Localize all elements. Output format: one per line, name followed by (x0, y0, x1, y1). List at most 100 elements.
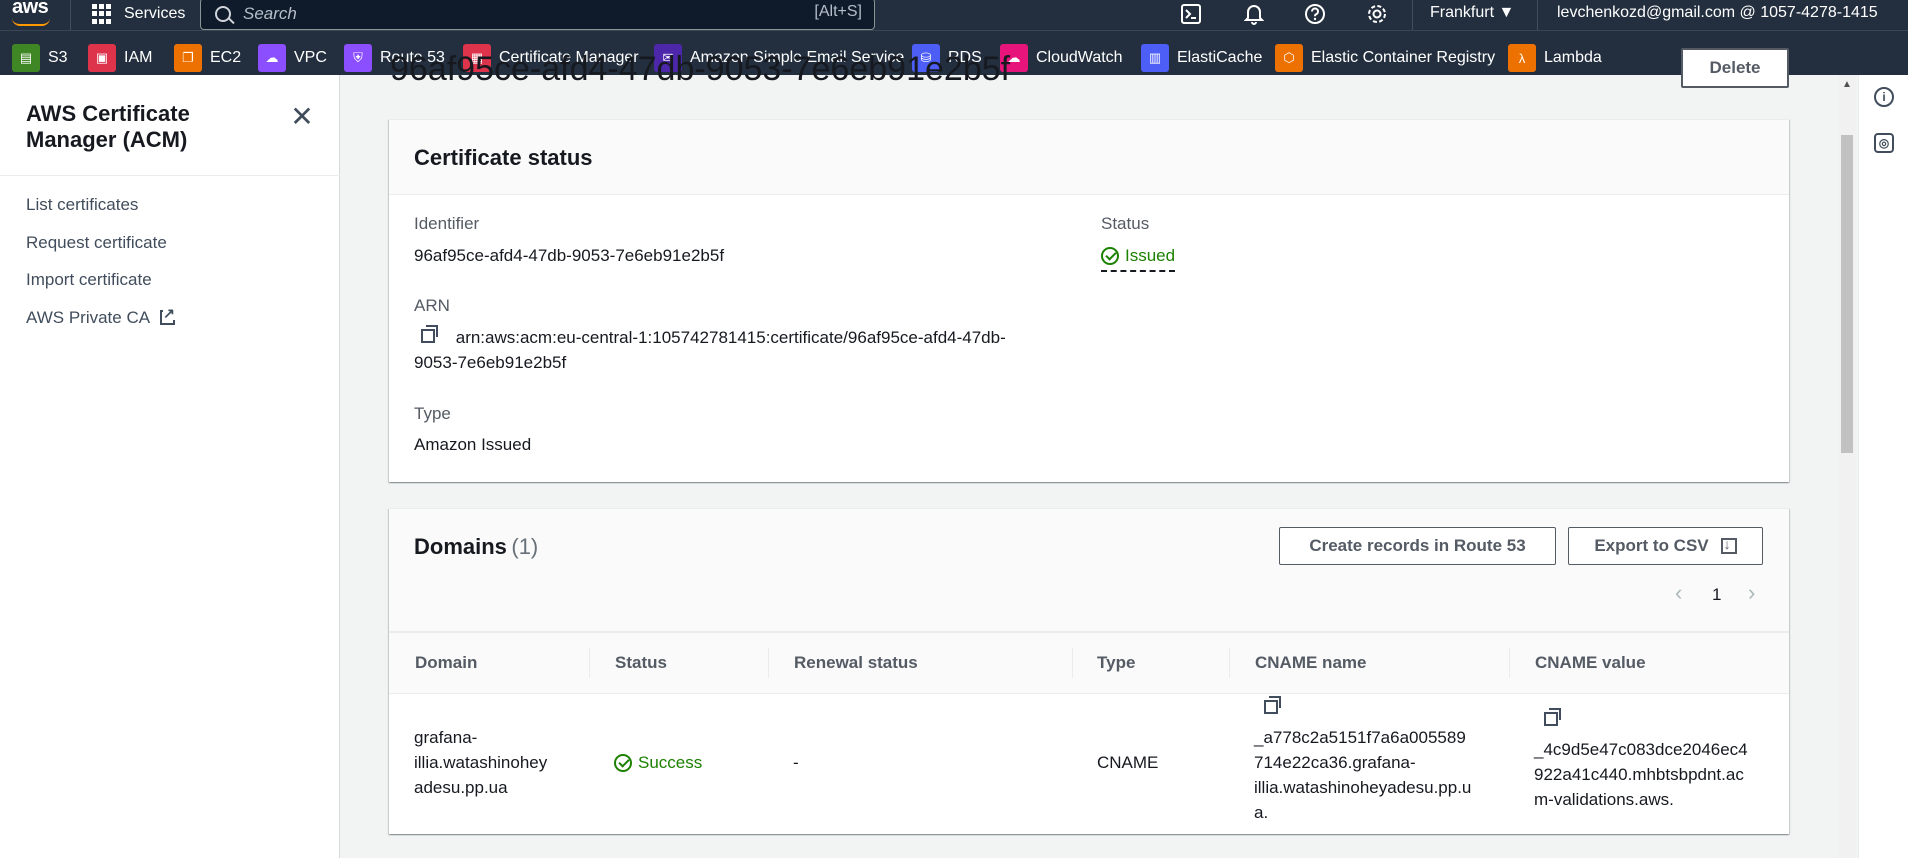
feedback-icon[interactable]: ◎ (1874, 133, 1894, 153)
certificate-status-panel: Certificate status Identifier 96af95ce-a… (389, 119, 1789, 482)
column-divider (1229, 648, 1230, 678)
favorite-label: VPC (294, 49, 327, 66)
column-header-type[interactable]: Type (1097, 653, 1135, 673)
favorite-label: S3 (48, 49, 68, 66)
grid-icon (92, 4, 112, 24)
export-csv-button[interactable]: Export to CSV (1568, 527, 1763, 565)
side-navigation: AWS Certificate Manager (ACM) ✕ List cer… (0, 75, 340, 858)
favorite-ec2[interactable]: ❐ EC2 (174, 43, 241, 73)
nav-import-certificate[interactable]: Import certificate (26, 270, 152, 290)
favorite-cloudwatch[interactable]: ☁ CloudWatch (1000, 43, 1123, 73)
scrollbar[interactable]: ▲ (1838, 75, 1856, 858)
divider (0, 175, 340, 176)
column-divider (589, 648, 590, 678)
bell-icon[interactable] (1242, 2, 1266, 26)
top-navigation: aws Services [Alt+S] Frankfurt ▼ levchen… (0, 0, 1908, 30)
domains-count: (1) (511, 534, 539, 559)
favorite-lambda[interactable]: λ Lambda (1508, 43, 1602, 73)
search-input[interactable] (243, 4, 763, 24)
panel-header: Certificate status (389, 120, 1789, 195)
column-header-cname-name[interactable]: CNAME name (1255, 653, 1366, 673)
close-icon[interactable]: ✕ (288, 103, 316, 131)
nav-request-certificate[interactable]: Request certificate (26, 233, 167, 253)
cname-value-line: m-validations.aws. (1534, 790, 1674, 809)
route53-icon: ⛨ (344, 44, 372, 72)
cell-type: CNAME (1097, 753, 1159, 772)
success-check-icon (1101, 246, 1119, 265)
elasticache-icon: ▥ (1141, 44, 1169, 72)
chevron-left-icon[interactable]: ‹ (1675, 580, 1682, 606)
copy-icon[interactable] (1264, 696, 1281, 714)
status-value[interactable]: Issued (1101, 243, 1176, 272)
search-bar[interactable]: [Alt+S] (200, 0, 875, 30)
favorite-label: CloudWatch (1036, 49, 1123, 66)
search-icon (215, 6, 231, 22)
status-text: Issued (1125, 246, 1176, 265)
arn-line-2: 9053-7e6eb91e2b5f (414, 353, 567, 372)
cell-status: Success (614, 750, 702, 779)
ec2-icon: ❐ (174, 44, 202, 72)
page-number[interactable]: 1 (1712, 585, 1721, 605)
favorite-vpc[interactable]: ☁ VPC (258, 43, 327, 73)
lambda-icon: λ (1508, 44, 1536, 72)
cloudshell-icon[interactable] (1179, 2, 1203, 26)
type-label: Type (414, 404, 451, 423)
favorite-label: Elastic Container Registry (1311, 49, 1496, 66)
chevron-right-icon[interactable]: › (1748, 580, 1755, 606)
divider (1537, 0, 1538, 30)
column-header-renewal-status[interactable]: Renewal status (794, 653, 918, 673)
export-csv-label: Export to CSV (1594, 536, 1709, 555)
iam-icon: ▣ (88, 44, 116, 72)
domain-line: adesu.pp.ua (414, 778, 508, 797)
favorite-iam[interactable]: ▣ IAM (88, 43, 152, 73)
identifier-label: Identifier (414, 214, 480, 233)
gear-icon[interactable] (1365, 2, 1389, 26)
cname-name-line: illia.watashinoheyadesu.pp.u (1254, 778, 1472, 797)
region-selector[interactable]: Frankfurt ▼ (1430, 4, 1514, 22)
panel-title: Domains (414, 534, 507, 559)
cell-renewal-status: - (793, 753, 799, 772)
create-records-route53-button[interactable]: Create records in Route 53 (1279, 527, 1556, 565)
nav-aws-private-ca[interactable]: AWS Private CA (26, 306, 176, 328)
column-header-cname-value[interactable]: CNAME value (1535, 653, 1646, 673)
favorite-s3[interactable]: ▤ S3 (12, 43, 68, 73)
column-divider (1072, 648, 1073, 678)
cname-name-line: 714e22ca36.grafana- (1254, 753, 1416, 772)
favorite-ecr[interactable]: ⬡ Elastic Container Registry (1275, 43, 1495, 73)
column-header-status[interactable]: Status (615, 653, 667, 673)
scroll-thumb[interactable] (1841, 135, 1853, 453)
success-check-icon (614, 753, 632, 772)
domain-line: grafana- (414, 728, 478, 747)
ecr-icon: ⬡ (1275, 44, 1303, 72)
status-text: Success (638, 753, 703, 772)
help-icon[interactable] (1303, 2, 1327, 26)
copy-icon[interactable] (1544, 708, 1561, 726)
copy-icon[interactable] (421, 325, 438, 343)
divider (1412, 0, 1413, 30)
column-header-domain[interactable]: Domain (415, 653, 477, 673)
external-link-icon (160, 306, 176, 325)
identifier-value: 96af95ce-afd4-47db-9053-7e6eb91e2b5f (414, 246, 725, 265)
domains-heading: Domains (1) (414, 534, 538, 560)
favorite-label: EC2 (210, 49, 242, 66)
favorite-elasticache[interactable]: ▥ ElastiCache (1141, 43, 1262, 73)
arn-line-1: arn:aws:acm:eu-central-1:105742781415:ce… (455, 328, 1006, 347)
favorite-label: IAM (124, 49, 153, 66)
scroll-up-arrow[interactable]: ▲ (1842, 79, 1852, 90)
arn-label: ARN (414, 296, 450, 315)
sidenav-title[interactable]: AWS Certificate Manager (ACM) (26, 101, 276, 153)
aws-logo[interactable]: aws (12, 0, 49, 19)
account-menu[interactable]: levchenkozd@gmail.com @ 1057-4278-1415 (1557, 4, 1878, 22)
services-menu-button[interactable]: Services (92, 4, 185, 24)
cell-cname-name: _a778c2a5151f7a6a005589 714e22ca36.grafa… (1254, 696, 1472, 825)
divider (70, 0, 71, 30)
info-icon[interactable]: i (1874, 87, 1894, 107)
right-tools-rail: i ◎ (1858, 75, 1908, 858)
delete-button[interactable]: Delete (1681, 48, 1789, 88)
cname-name-line: a. (1254, 803, 1269, 822)
status-label: Status (1101, 214, 1150, 233)
page-title: 96af95ce-afd4-47db-9053-7e6eb91e2b5f (390, 50, 1011, 88)
cell-cname-value: _4c9d5e47c083dce2046ec4 922a41c440.mhbts… (1534, 708, 1748, 812)
nav-list-certificates[interactable]: List certificates (26, 195, 138, 215)
cname-value-line: _4c9d5e47c083dce2046ec4 (1534, 740, 1748, 759)
